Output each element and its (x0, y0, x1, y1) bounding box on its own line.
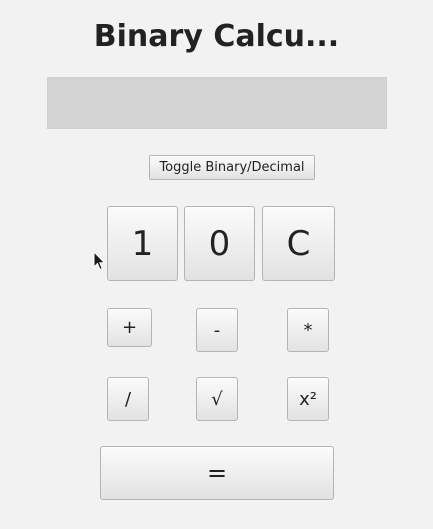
multiply-button[interactable]: * (287, 308, 329, 352)
subtract-button[interactable]: - (196, 308, 238, 352)
toggle-binary-decimal-button[interactable]: Toggle Binary/Decimal (149, 155, 315, 180)
divide-button[interactable]: / (107, 377, 149, 421)
clear-button[interactable]: C (262, 206, 335, 281)
equals-button[interactable]: = (100, 446, 334, 500)
sqrt-button[interactable]: √ (196, 377, 238, 421)
digit-zero-button[interactable]: 0 (184, 206, 255, 281)
add-button[interactable]: + (107, 308, 152, 347)
app-title: Binary Calcu... (93, 19, 340, 54)
mouse-pointer-icon (93, 251, 105, 271)
digit-one-button[interactable]: 1 (107, 206, 178, 281)
square-button[interactable]: x² (287, 377, 329, 421)
result-display (47, 77, 387, 129)
